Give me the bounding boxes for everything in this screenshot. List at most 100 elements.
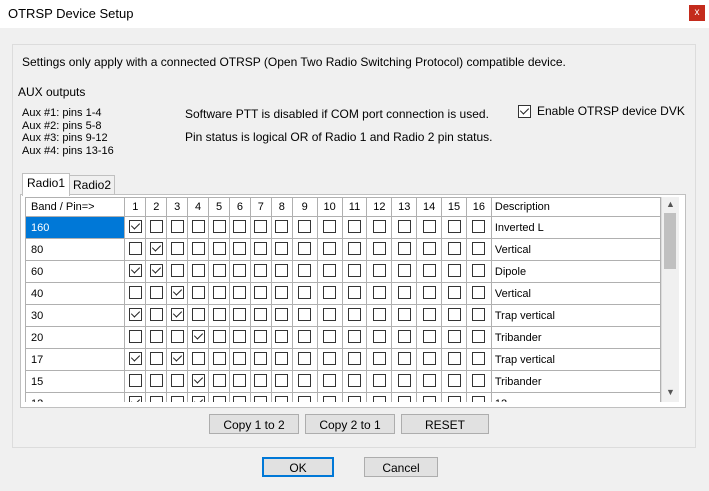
pin-checkbox[interactable] [347,241,361,255]
pin-checkbox[interactable] [347,307,361,321]
band-cell[interactable]: 80 [25,238,126,261]
description-cell[interactable]: Tribander [490,370,661,393]
pin-checkbox[interactable] [397,329,411,343]
pin-checkbox[interactable] [191,373,205,387]
pin-checkbox[interactable] [298,351,312,365]
pin-checkbox[interactable] [298,241,312,255]
pin-checkbox[interactable] [170,219,184,233]
pin-checkbox[interactable] [170,285,184,299]
dvk-checkbox-row[interactable]: Enable OTRSP device DVK [518,104,685,118]
pin-checkbox[interactable] [233,219,247,233]
pin-checkbox[interactable] [128,307,142,321]
description-cell[interactable]: Trap vertical [490,304,661,327]
band-cell[interactable]: 20 [25,326,126,349]
pin-checkbox[interactable] [254,263,268,277]
pin-checkbox[interactable] [212,395,226,402]
pin-checkbox[interactable] [212,351,226,365]
pin-checkbox[interactable] [275,285,289,299]
scroll-up-icon[interactable]: ▲ [666,199,675,209]
pin-checkbox[interactable] [447,285,461,299]
pin-checkbox[interactable] [372,351,386,365]
copy-1-to-2-button[interactable]: Copy 1 to 2 [209,414,299,434]
pin-checkbox[interactable] [372,241,386,255]
pin-checkbox[interactable] [372,285,386,299]
pin-checkbox[interactable] [447,241,461,255]
pin-checkbox[interactable] [149,373,163,387]
pin-checkbox[interactable] [128,373,142,387]
pin-checkbox[interactable] [472,307,486,321]
band-cell[interactable]: 160 [25,216,126,239]
pin-checkbox[interactable] [422,219,436,233]
pin-checkbox[interactable] [397,263,411,277]
pin-checkbox[interactable] [372,307,386,321]
pin-checkbox[interactable] [323,241,337,255]
pin-checkbox[interactable] [233,263,247,277]
pin-checkbox[interactable] [397,219,411,233]
pin-checkbox[interactable] [347,373,361,387]
pin-checkbox[interactable] [372,219,386,233]
band-cell[interactable]: 15 [25,370,126,393]
pin-checkbox[interactable] [397,285,411,299]
reset-button[interactable]: RESET [401,414,489,434]
pin-checkbox[interactable] [191,285,205,299]
pin-checkbox[interactable] [191,219,205,233]
pin-checkbox[interactable] [422,329,436,343]
pin-checkbox[interactable] [275,263,289,277]
pin-checkbox[interactable] [170,395,184,402]
pin-checkbox[interactable] [128,329,142,343]
pin-checkbox[interactable] [233,351,247,365]
tab-radio2[interactable]: Radio2 [69,175,115,195]
description-cell[interactable]: 12 [490,392,661,402]
pin-checkbox[interactable] [347,395,361,402]
pin-checkbox[interactable] [323,263,337,277]
pin-checkbox[interactable] [254,395,268,402]
pin-checkbox[interactable] [254,307,268,321]
pin-checkbox[interactable] [298,395,312,402]
pin-checkbox[interactable] [447,395,461,402]
pin-checkbox[interactable] [233,373,247,387]
pin-checkbox[interactable] [212,241,226,255]
pin-checkbox[interactable] [298,307,312,321]
pin-checkbox[interactable] [233,285,247,299]
pin-checkbox[interactable] [149,219,163,233]
pin-checkbox[interactable] [298,263,312,277]
pin-checkbox[interactable] [323,307,337,321]
pin-checkbox[interactable] [212,307,226,321]
cancel-button[interactable]: Cancel [364,457,438,477]
pin-checkbox[interactable] [397,241,411,255]
pin-checkbox[interactable] [323,285,337,299]
pin-checkbox[interactable] [472,351,486,365]
pin-checkbox[interactable] [170,373,184,387]
pin-checkbox[interactable] [275,241,289,255]
pin-checkbox[interactable] [149,263,163,277]
pin-checkbox[interactable] [422,373,436,387]
pin-checkbox[interactable] [254,285,268,299]
pin-checkbox[interactable] [422,241,436,255]
pin-checkbox[interactable] [298,329,312,343]
pin-checkbox[interactable] [149,285,163,299]
description-cell[interactable]: Trap vertical [490,348,661,371]
pin-checkbox[interactable] [212,329,226,343]
pin-checkbox[interactable] [149,307,163,321]
pin-checkbox[interactable] [422,351,436,365]
band-cell[interactable]: 60 [25,260,126,283]
band-cell[interactable]: 17 [25,348,126,371]
pin-checkbox[interactable] [191,307,205,321]
pin-checkbox[interactable] [149,241,163,255]
pin-checkbox[interactable] [372,329,386,343]
pin-checkbox[interactable] [128,285,142,299]
pin-checkbox[interactable] [275,395,289,402]
pin-checkbox[interactable] [323,373,337,387]
pin-checkbox[interactable] [275,219,289,233]
pin-checkbox[interactable] [323,329,337,343]
pin-checkbox[interactable] [149,329,163,343]
pin-checkbox[interactable] [254,329,268,343]
pin-checkbox[interactable] [254,351,268,365]
pin-checkbox[interactable] [447,351,461,365]
close-button[interactable]: x [689,5,705,21]
pin-checkbox[interactable] [128,351,142,365]
ok-button[interactable]: OK [262,457,334,477]
pin-checkbox[interactable] [170,241,184,255]
tab-radio1[interactable]: Radio1 [22,173,70,196]
pin-checkbox[interactable] [191,263,205,277]
